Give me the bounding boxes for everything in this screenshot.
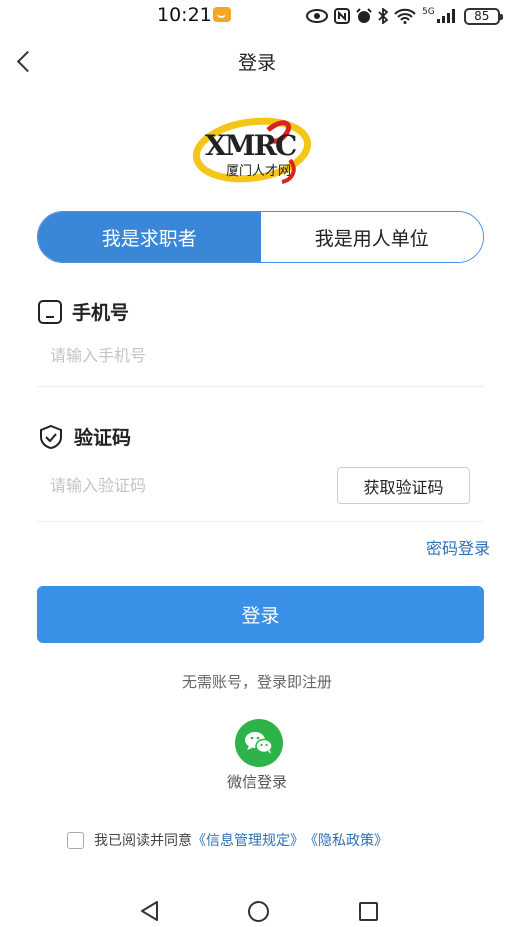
shield-check-icon xyxy=(40,424,62,449)
code-input[interactable] xyxy=(50,473,310,497)
tab-employer[interactable]: 我是用人单位 xyxy=(260,212,483,262)
agreement-checkbox[interactable] xyxy=(67,831,84,849)
nfc-icon xyxy=(334,8,350,24)
wifi-icon xyxy=(394,8,416,24)
agreement-prefix: 我已阅读并同意 xyxy=(94,833,192,849)
phone-input[interactable] xyxy=(50,343,470,367)
wechat-login-button[interactable] xyxy=(235,719,283,767)
eye-icon xyxy=(306,9,328,23)
app-notification-icon xyxy=(213,7,231,22)
header: 登录 xyxy=(0,40,514,82)
phone-divider xyxy=(37,386,484,387)
status-bar: 10:21 5G 85 xyxy=(0,0,514,32)
page-title: 登录 xyxy=(237,52,276,74)
status-icons: 5G 85 xyxy=(306,6,503,26)
login-button[interactable]: 登录 xyxy=(37,586,484,643)
get-code-button[interactable]: 获取验证码 xyxy=(337,467,470,504)
code-label: 验证码 xyxy=(74,427,132,449)
phone-icon xyxy=(38,299,62,324)
nav-back-icon[interactable] xyxy=(139,900,159,922)
battery-indicator: 85 xyxy=(463,7,503,25)
code-divider xyxy=(37,521,484,522)
wechat-login-label: 微信登录 xyxy=(226,773,287,791)
info-policy-link[interactable]: 《信息管理规定》 xyxy=(192,830,304,850)
agreement-row: 我已阅读并同意 《信息管理规定》 《隐私政策》 xyxy=(67,830,388,850)
nav-recents-icon[interactable] xyxy=(359,902,378,921)
role-toggle: 我是求职者 我是用人单位 xyxy=(37,211,484,263)
tab-job-seeker[interactable]: 我是求职者 xyxy=(38,212,261,262)
password-login-link[interactable]: 密码登录 xyxy=(426,535,490,559)
wechat-icon xyxy=(245,732,273,754)
status-time: 10:21 xyxy=(157,4,212,26)
phone-label: 手机号 xyxy=(72,302,130,324)
register-hint: 无需账号，登录即注册 xyxy=(181,673,332,691)
logo-subtitle: 厦门人才网 xyxy=(226,164,292,179)
nav-home-icon[interactable] xyxy=(248,901,269,922)
system-nav-bar xyxy=(0,888,514,927)
alarm-icon xyxy=(356,8,372,23)
phone-label-row: 手机号 xyxy=(38,298,129,325)
bluetooth-icon xyxy=(378,8,388,24)
logo-text: XMRC xyxy=(205,129,297,162)
code-label-row: 验证码 xyxy=(38,423,131,450)
signal-icon xyxy=(436,9,455,23)
privacy-policy-link[interactable]: 《隐私政策》 xyxy=(304,830,388,850)
signal-label: 5G xyxy=(422,7,435,17)
